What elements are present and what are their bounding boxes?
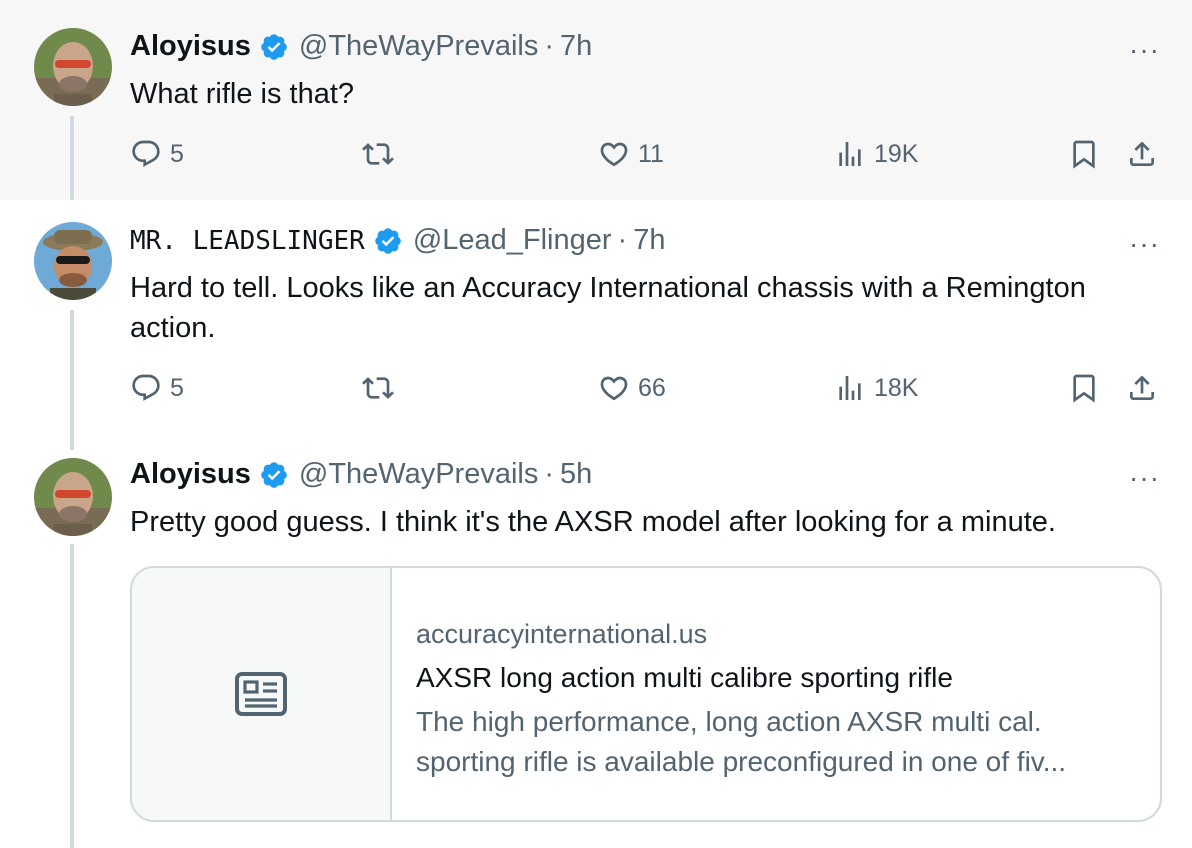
share-icon: [1130, 141, 1154, 166]
tweet-text: What rifle is that?: [130, 78, 355, 110]
avatar[interactable]: [34, 222, 112, 300]
tweet-actions: 5 66 18K: [130, 372, 1170, 412]
tweet[interactable]: MR. LEADSLINGER @Lead_Flinger · 7h ··· H…: [0, 200, 1192, 440]
card-title: AXSR long action multi calibre sporting …: [416, 662, 953, 693]
avatar-image: [34, 458, 112, 536]
card-description: The high performance, long action AXSR m…: [416, 706, 1067, 777]
card-thumbnail: [132, 568, 392, 820]
verified-badge-icon: [261, 461, 287, 488]
reply-count: 5: [170, 373, 184, 402]
verified-badge-icon: [375, 227, 401, 254]
card-domain: accuracyinternational.us: [416, 619, 708, 649]
card-body: accuracyinternational.us AXSR long actio…: [416, 616, 1146, 782]
link-preview-card[interactable]: accuracyinternational.us AXSR long actio…: [130, 566, 1162, 822]
share-button[interactable]: [1126, 138, 1158, 170]
tweet-header: Aloyisus @TheWayPrevails · 7h: [130, 30, 592, 63]
like-button[interactable]: 66: [598, 372, 666, 404]
user-handle[interactable]: @Lead_Flinger: [413, 224, 612, 257]
retweet-icon: [362, 377, 394, 399]
reply-icon: [132, 374, 160, 401]
display-name[interactable]: MR. LEADSLINGER: [130, 226, 365, 256]
more-options-icon[interactable]: ···: [1129, 464, 1160, 492]
like-button[interactable]: 11: [598, 138, 664, 170]
article-icon: [235, 672, 287, 716]
bookmark-icon: [1073, 140, 1095, 169]
avatar[interactable]: [34, 458, 112, 536]
views-button[interactable]: 18K: [834, 372, 918, 404]
reply-button[interactable]: 5: [130, 138, 184, 170]
tweet-header: Aloyisus @TheWayPrevails · 5h: [130, 458, 592, 491]
tweet-text: Pretty good guess. I think it's the AXSR…: [130, 506, 1056, 538]
reply-icon: [132, 140, 160, 167]
views-icon: [839, 142, 861, 166]
thread-line: [70, 116, 74, 200]
verified-badge-icon: [261, 33, 287, 60]
more-options-icon[interactable]: ···: [1129, 36, 1160, 64]
display-name[interactable]: Aloyisus: [130, 458, 251, 491]
retweet-button[interactable]: [362, 138, 394, 170]
tweet-header: MR. LEADSLINGER @Lead_Flinger · 7h: [130, 224, 665, 257]
like-count: 11: [638, 139, 664, 168]
bookmark-button[interactable]: [1068, 372, 1100, 404]
separator-dot: ·: [544, 458, 555, 490]
views-icon: [839, 376, 861, 400]
tweet[interactable]: Aloyisus @TheWayPrevails · 7h ··· What r…: [0, 0, 1192, 200]
user-handle[interactable]: @TheWayPrevails: [299, 30, 538, 63]
retweet-icon: [362, 143, 394, 165]
reply-button[interactable]: 5: [130, 372, 184, 404]
retweet-button[interactable]: [362, 372, 394, 404]
like-icon: [600, 142, 628, 167]
tweet-actions: 5 11 19K: [130, 138, 1170, 178]
avatar-image: [34, 28, 112, 106]
bookmark-icon: [1073, 374, 1095, 403]
avatar[interactable]: [34, 28, 112, 106]
reply-count: 5: [170, 139, 184, 168]
share-button[interactable]: [1126, 372, 1158, 404]
like-icon: [600, 376, 628, 401]
more-options-icon[interactable]: ···: [1129, 230, 1160, 258]
like-count: 66: [638, 373, 666, 402]
timestamp[interactable]: 5h: [560, 458, 592, 491]
separator-dot: ·: [544, 30, 555, 62]
user-handle[interactable]: @TheWayPrevails: [299, 458, 538, 491]
avatar-image: [34, 222, 112, 300]
display-name[interactable]: Aloyisus: [130, 30, 251, 63]
separator-dot: ·: [617, 224, 628, 256]
timestamp[interactable]: 7h: [633, 224, 665, 257]
views-button[interactable]: 19K: [834, 138, 918, 170]
share-icon: [1130, 375, 1154, 400]
tweet-text: Hard to tell. Looks like an Accuracy Int…: [130, 272, 1086, 344]
view-count: 19K: [874, 139, 919, 168]
timestamp[interactable]: 7h: [560, 30, 592, 63]
view-count: 18K: [874, 373, 919, 402]
bookmark-button[interactable]: [1068, 138, 1100, 170]
